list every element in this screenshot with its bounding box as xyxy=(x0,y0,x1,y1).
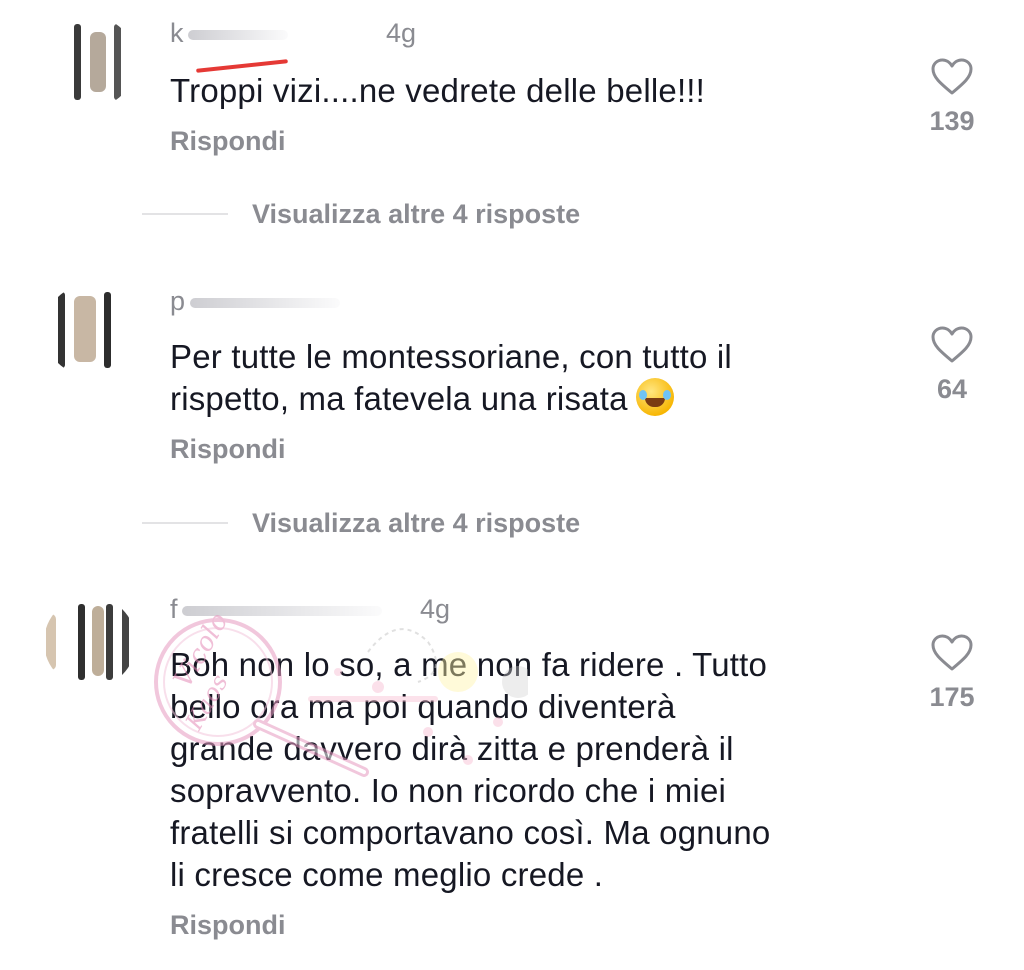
avatar[interactable] xyxy=(44,596,136,688)
username[interactable]: f xyxy=(170,594,383,625)
divider-line xyxy=(142,522,228,524)
heart-outline-icon xyxy=(931,326,973,363)
reply-button[interactable]: Rispondi xyxy=(170,434,286,465)
username[interactable]: k xyxy=(170,18,288,49)
timestamp: 4g xyxy=(420,594,451,624)
comment-text: Per tutte le montessoriane, con tutto il… xyxy=(170,336,870,420)
avatar[interactable] xyxy=(44,16,136,108)
view-more-label: Visualizza altre 4 risposte xyxy=(252,507,581,538)
comment-text: Troppi vizi....ne vedrete delle belle!!! xyxy=(170,72,706,109)
like-count: 139 xyxy=(929,106,975,136)
like-count: 175 xyxy=(929,682,975,712)
view-more-replies[interactable]: Visualizza altre 4 risposte xyxy=(142,503,580,543)
divider-line xyxy=(142,213,228,215)
avatar[interactable] xyxy=(44,284,136,376)
reply-button[interactable]: Rispondi xyxy=(170,910,286,941)
username[interactable]: p xyxy=(170,286,340,317)
timestamp: 4g xyxy=(386,18,417,48)
view-more-label: Visualizza altre 4 risposte xyxy=(252,198,581,229)
like-button[interactable]: 139 xyxy=(920,58,984,137)
like-button[interactable]: 175 xyxy=(920,634,984,713)
heart-outline-icon xyxy=(931,634,973,671)
like-button[interactable]: 64 xyxy=(920,326,984,405)
like-count: 64 xyxy=(936,374,968,404)
reply-button[interactable]: Rispondi xyxy=(170,126,286,157)
view-more-replies[interactable]: Visualizza altre 4 risposte xyxy=(142,194,580,234)
comment-text: Boh non lo so, a me non fa ridere . Tutt… xyxy=(170,646,771,893)
tears-of-joy-emoji xyxy=(635,378,674,416)
comments-list: k 4g Troppi vizi....ne vedrete delle bel… xyxy=(0,0,1024,970)
heart-outline-icon xyxy=(931,58,973,95)
